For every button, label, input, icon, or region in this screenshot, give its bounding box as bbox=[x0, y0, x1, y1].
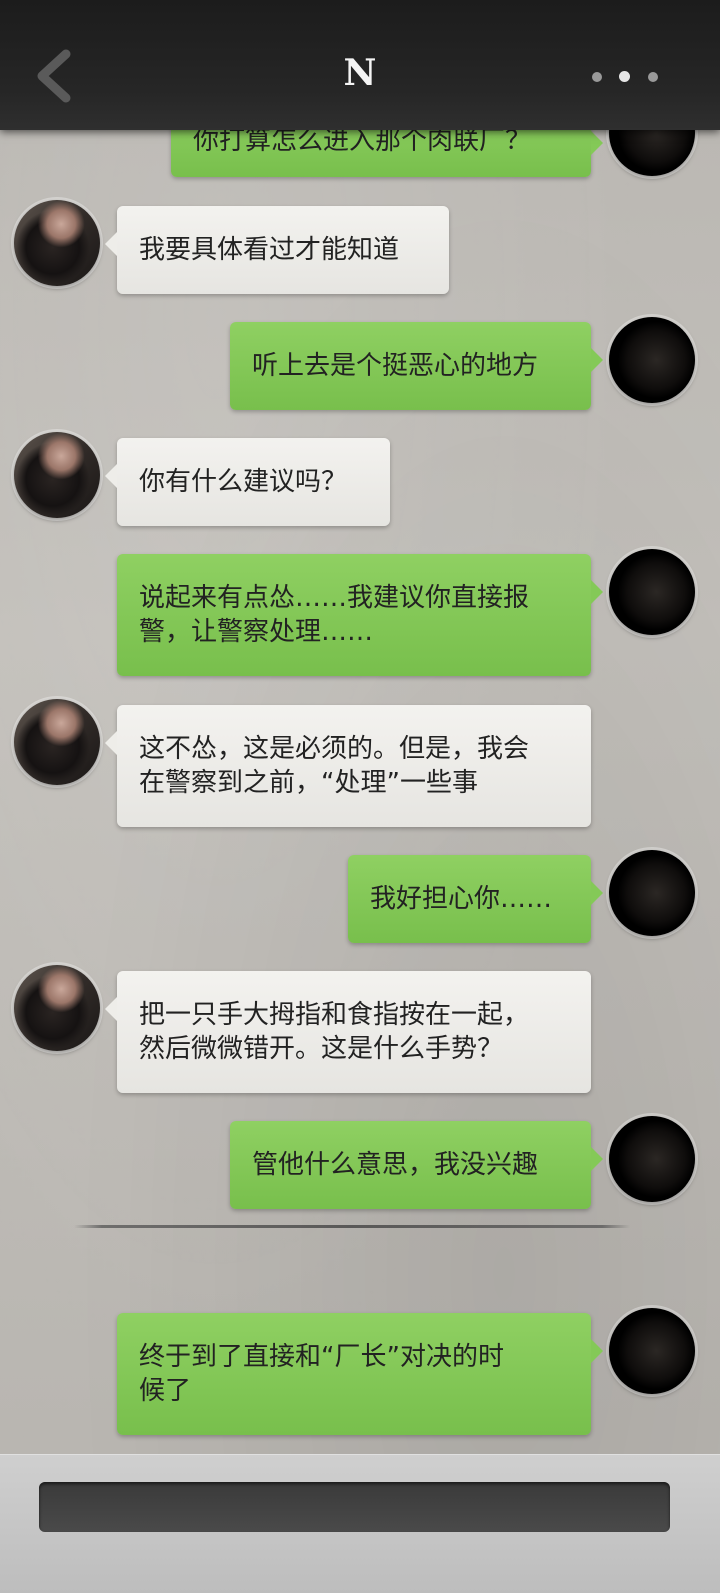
avatar-contact[interactable] bbox=[14, 200, 100, 286]
avatar-me[interactable] bbox=[609, 317, 695, 403]
message-text: 你有什么建议吗？ bbox=[139, 467, 348, 497]
message-bubble-received: 我要具体看过才能知道 bbox=[105, 206, 449, 294]
message-text: 我要具体看过才能知道 bbox=[139, 235, 400, 265]
message-bubble-received: 这不怂，这是必须的。但是，我会 在警察到之前，“处理”一些事 bbox=[105, 705, 591, 827]
message-text: 这不怂，这是必须的。但是，我会 在警察到之前，“处理”一些事 bbox=[139, 734, 530, 798]
avatar-me[interactable] bbox=[609, 1116, 695, 1202]
message-bubble-sent: 管他什么意思，我没兴趣 bbox=[230, 1121, 603, 1209]
avatar-contact[interactable] bbox=[14, 432, 100, 518]
avatar-me[interactable] bbox=[609, 549, 695, 635]
avatar-contact[interactable] bbox=[14, 699, 100, 785]
more-options-button[interactable] bbox=[586, 60, 666, 96]
message-bubble-sent: 听上去是个挺恶心的地方 bbox=[230, 322, 603, 410]
message-bubble-received: 把一只手大拇指和食指按在一起， 然后微微错开。这是什么手势？ bbox=[105, 971, 591, 1093]
chapter-divider bbox=[74, 1225, 630, 1228]
avatar-me[interactable] bbox=[609, 850, 695, 936]
message-text: 听上去是个挺恶心的地方 bbox=[252, 351, 539, 381]
avatar-contact[interactable] bbox=[14, 965, 100, 1051]
message-text: 管他什么意思，我没兴趣 bbox=[252, 1150, 539, 1180]
message-bubble-sent: 终于到了直接和“厂长”对决的时 候了 bbox=[117, 1313, 603, 1435]
message-text: 终于到了直接和“厂长”对决的时 候了 bbox=[139, 1342, 504, 1406]
message-bubble-sent: 说起来有点怂……我建议你直接报 警，让警察处理…… bbox=[117, 554, 603, 676]
message-text: 我好担心你…… bbox=[370, 884, 553, 914]
message-text: 把一只手大拇指和食指按在一起， 然后微微错开。这是什么手势？ bbox=[139, 1000, 530, 1064]
avatar-me[interactable] bbox=[609, 1308, 695, 1394]
message-bubble-received: 你有什么建议吗？ bbox=[105, 438, 390, 526]
message-text: 说起来有点怂……我建议你直接报 警，让警察处理…… bbox=[139, 583, 530, 647]
message-bubble-sent: 我好担心你…… bbox=[348, 855, 603, 943]
message-input[interactable] bbox=[39, 1482, 670, 1532]
top-nav-bar: N bbox=[0, 0, 720, 130]
